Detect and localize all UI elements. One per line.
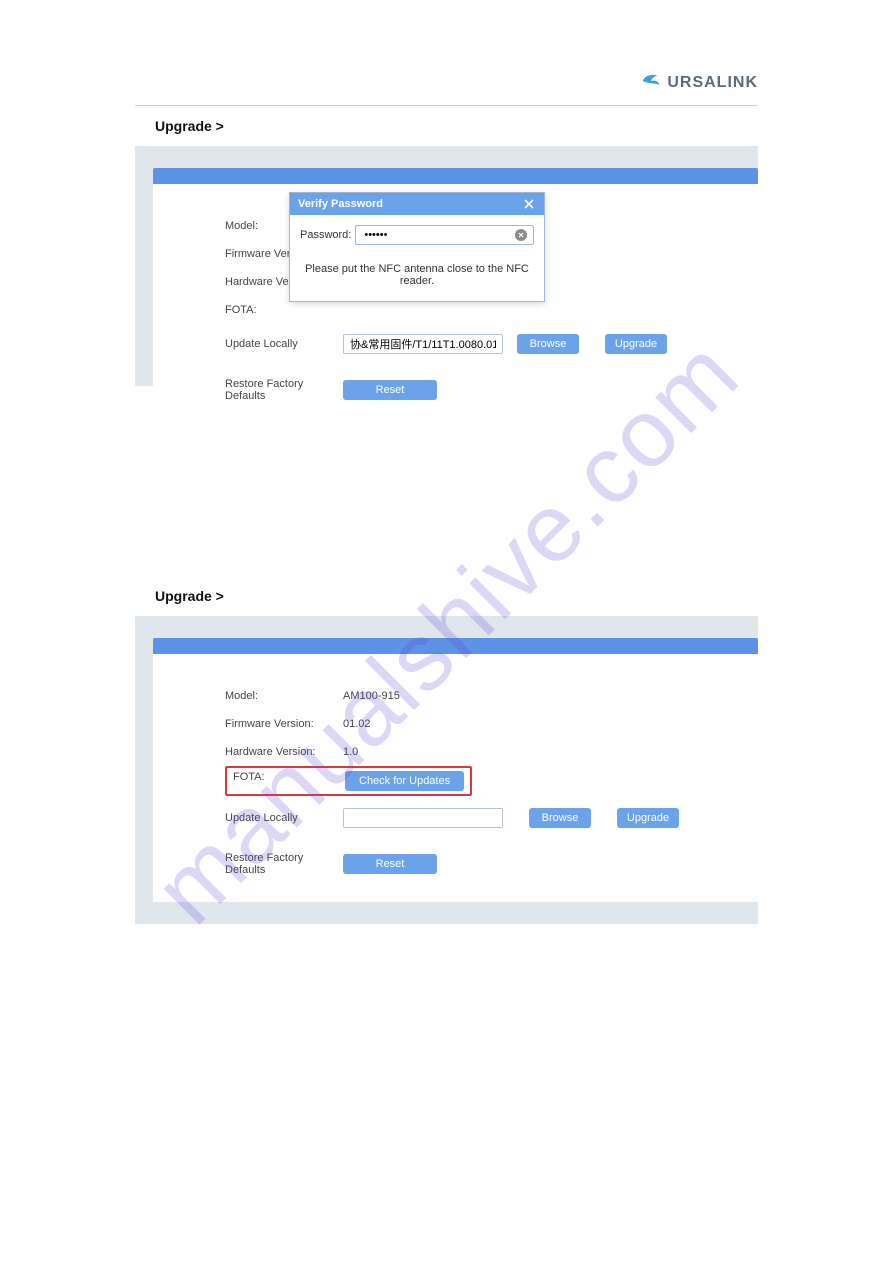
dialog-password-label: Password: — [300, 229, 351, 241]
dialog-message: Please put the NFC antenna close to the … — [300, 245, 534, 293]
row-restore-b: Restore Factory Defaults Reset — [225, 850, 736, 878]
update-path-input-b[interactable] — [343, 808, 503, 828]
dialog-clear-icon[interactable] — [515, 229, 527, 241]
row-firmware: Firmware Version: 01.02 — [225, 710, 736, 738]
value-model: AM100-915 — [343, 690, 400, 702]
verify-password-dialog: Verify Password Password: Please put the… — [289, 192, 545, 302]
row-fota: FOTA: Check for Updates — [225, 766, 736, 796]
reset-button[interactable]: Reset — [343, 380, 437, 400]
dialog-password-row: Password: — [300, 225, 534, 245]
label-fota-b: FOTA: — [233, 771, 345, 791]
row-restore: Restore Factory Defaults Reset — [225, 376, 736, 404]
upgrade-button[interactable]: Upgrade — [605, 334, 667, 354]
brand-icon — [639, 70, 661, 95]
panel-header-bar — [153, 168, 758, 184]
browse-button[interactable]: Browse — [517, 334, 579, 354]
dialog-password-field-wrap — [355, 225, 534, 245]
upgrade-button-b[interactable]: Upgrade — [617, 808, 679, 828]
label-restore: Restore Factory Defaults — [225, 378, 343, 402]
label-model: Model: — [225, 690, 343, 702]
check-updates-button[interactable]: Check for Updates — [345, 771, 464, 791]
panel-upgrade-a: Model: Firmware Version: Hardware Versio… — [135, 146, 758, 386]
value-hardware: 1.0 — [343, 746, 358, 758]
update-path-input[interactable] — [343, 334, 503, 354]
section-title-upgrade-b: Upgrade > — [155, 588, 758, 604]
panel-header-bar — [153, 638, 758, 654]
panel-upgrade-b: Model: AM100-915 Firmware Version: 01.02… — [135, 616, 758, 924]
dialog-close-icon[interactable] — [522, 197, 536, 211]
label-update-locally-b: Update Locally — [225, 812, 343, 824]
row-model: Model: AM100-915 — [225, 682, 736, 710]
label-hardware: Hardware Version: — [225, 746, 343, 758]
label-update-locally: Update Locally — [225, 338, 343, 350]
dialog-title: Verify Password — [298, 198, 383, 210]
page-header: URSALINK — [135, 70, 758, 106]
dialog-password-input[interactable] — [362, 228, 515, 242]
row-update-locally-b: Update Locally Browse Upgrade — [225, 804, 736, 832]
label-firmware: Firmware Version: — [225, 718, 343, 730]
brand-name: URSALINK — [667, 74, 758, 92]
panel-body: Model: AM100-915 Firmware Version: 01.02… — [153, 654, 758, 902]
label-restore-b: Restore Factory Defaults — [225, 852, 343, 876]
dialog-body: Password: Please put the NFC antenna clo… — [290, 215, 544, 301]
fota-highlight-box: FOTA: Check for Updates — [225, 766, 472, 796]
dialog-titlebar: Verify Password — [290, 193, 544, 215]
value-firmware: 01.02 — [343, 718, 371, 730]
browse-button-b[interactable]: Browse — [529, 808, 591, 828]
reset-button-b[interactable]: Reset — [343, 854, 437, 874]
row-hardware: Hardware Version: 1.0 — [225, 738, 736, 766]
section-title-upgrade-a: Upgrade > — [155, 118, 758, 134]
row-update-locally: Update Locally Browse Upgrade — [225, 330, 736, 358]
label-fota: FOTA: — [225, 304, 343, 316]
